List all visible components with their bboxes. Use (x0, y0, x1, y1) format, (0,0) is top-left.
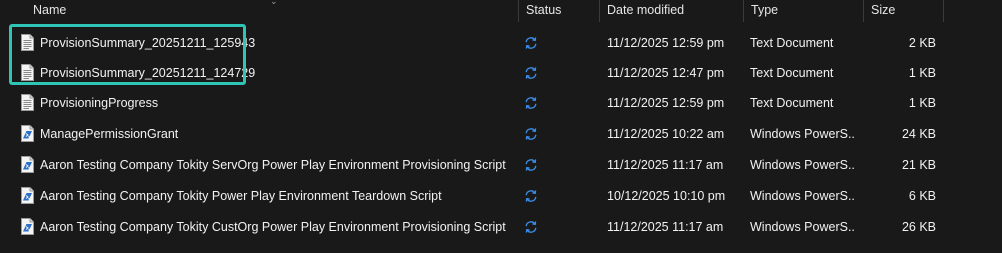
sync-icon (524, 189, 538, 203)
column-divider[interactable] (943, 0, 944, 22)
file-size: 6 KB (908, 189, 936, 203)
column-divider[interactable] (863, 0, 864, 22)
file-name[interactable]: Aaron Testing Company Tokity ServOrg Pow… (40, 150, 530, 180)
sync-icon (524, 36, 538, 50)
file-name[interactable]: ProvisionSummary_20251211_125943 (40, 28, 530, 58)
file-name[interactable]: Aaron Testing Company Tokity CustOrg Pow… (40, 212, 530, 242)
file-date-modified: 11/12/2025 11:17 am (607, 220, 724, 234)
text-document-icon (21, 64, 34, 81)
file-type: Windows PowerS... (750, 189, 856, 203)
file-explorer-details-pane: ⌄ Name Status Date modified Type Size Pr… (0, 0, 1002, 253)
powershell-script-icon (21, 187, 34, 204)
powershell-script-icon (21, 156, 34, 173)
file-date-modified: 11/12/2025 12:59 pm (607, 36, 725, 50)
file-name[interactable]: ProvisioningProgress (40, 88, 530, 118)
column-divider[interactable] (743, 0, 744, 22)
sync-icon (524, 96, 538, 110)
file-size: 1 KB (908, 96, 936, 110)
column-header-row: ⌄ Name Status Date modified Type Size (0, 0, 1002, 22)
file-type: Windows PowerS... (750, 127, 856, 141)
file-size: 1 KB (908, 66, 936, 80)
sync-icon (524, 66, 538, 80)
file-size: 26 KB (901, 220, 936, 234)
sync-icon (524, 220, 538, 234)
column-header-date-modified[interactable]: Date modified (607, 0, 742, 22)
file-name[interactable]: ManagePermissionGrant (40, 119, 530, 149)
column-header-size[interactable]: Size (871, 0, 941, 22)
file-date-modified: 11/12/2025 11:17 am (607, 158, 724, 172)
file-row[interactable]: ManagePermissionGrant 11/12/2025 10:22 am… (10, 119, 944, 149)
powershell-script-icon (21, 125, 34, 142)
file-row[interactable]: ProvisioningProgress 11/12/2025 12:59 pm T… (10, 88, 944, 118)
file-name[interactable]: ProvisionSummary_20251211_124729 (40, 58, 530, 88)
column-divider[interactable] (518, 0, 519, 22)
file-type: Windows PowerS... (750, 158, 856, 172)
file-date-modified: 10/12/2025 10:10 pm (607, 189, 726, 203)
powershell-script-icon (21, 218, 34, 235)
file-size: 21 KB (901, 158, 936, 172)
file-row[interactable]: Aaron Testing Company Tokity ServOrg Pow… (10, 150, 944, 180)
file-type: Windows PowerS... (750, 220, 856, 234)
file-row[interactable]: Aaron Testing Company Tokity Power Play … (10, 181, 944, 211)
file-date-modified: 11/12/2025 12:59 pm (607, 96, 725, 110)
file-row[interactable]: Aaron Testing Company Tokity CustOrg Pow… (10, 212, 944, 242)
file-date-modified: 11/12/2025 12:47 pm (607, 66, 725, 80)
sync-icon (524, 158, 538, 172)
column-header-name[interactable]: Name (33, 0, 513, 22)
file-row[interactable]: ProvisionSummary_20251211_125943 11/12/20… (10, 28, 944, 58)
file-type: Text Document (750, 66, 834, 80)
column-divider[interactable] (599, 0, 600, 22)
file-size: 2 KB (908, 36, 936, 50)
file-type: Text Document (750, 96, 834, 110)
column-header-status[interactable]: Status (526, 0, 596, 22)
file-type: Text Document (750, 36, 834, 50)
file-date-modified: 11/12/2025 10:22 am (607, 127, 725, 141)
file-row[interactable]: ProvisionSummary_20251211_124729 11/12/20… (10, 58, 944, 88)
file-name[interactable]: Aaron Testing Company Tokity Power Play … (40, 181, 530, 211)
sync-icon (524, 127, 538, 141)
text-document-icon (21, 34, 34, 51)
text-document-icon (21, 94, 34, 111)
file-size: 24 KB (901, 127, 936, 141)
column-header-type[interactable]: Type (751, 0, 861, 22)
